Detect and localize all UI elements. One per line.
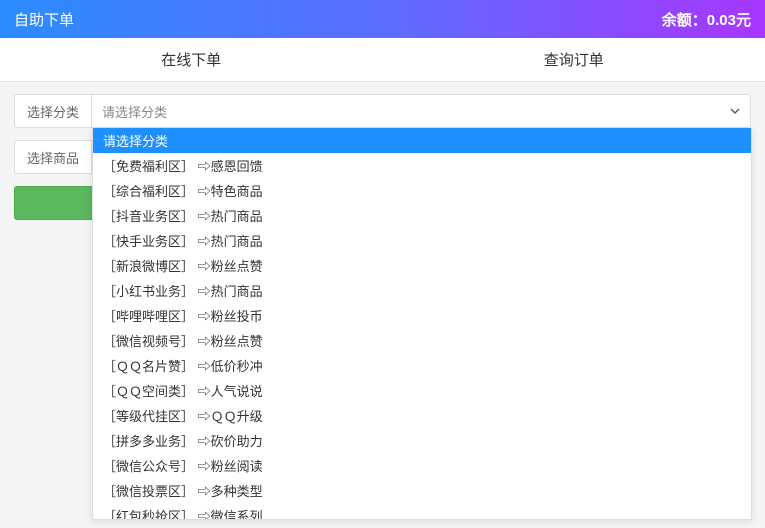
dropdown-option-placeholder[interactable]: 请选择分类 bbox=[93, 128, 751, 153]
dropdown-option[interactable]: ［拼多多业务］ ⇨砍价助力 bbox=[93, 428, 751, 453]
dropdown-option[interactable]: ［ＱＱ空间类］ ⇨人气说说 bbox=[93, 378, 751, 403]
dropdown-option[interactable]: ［哔哩哔哩区］ ⇨粉丝投币 bbox=[93, 303, 751, 328]
dropdown-option[interactable]: ［快手业务区］ ⇨热门商品 bbox=[93, 228, 751, 253]
tab-bar: 在线下单 查询订单 bbox=[0, 38, 765, 82]
dropdown-option[interactable]: ［抖音业务区］ ⇨热门商品 bbox=[93, 203, 751, 228]
category-dropdown[interactable]: 请选择分类［免费福利区］ ⇨感恩回馈［综合福利区］ ⇨特色商品［抖音业务区］ ⇨… bbox=[92, 128, 752, 520]
tab-online-order[interactable]: 在线下单 bbox=[0, 38, 383, 81]
category-select-wrap: 请选择分类 请选择分类［免费福利区］ ⇨感恩回馈［综合福利区］ ⇨特色商品［抖音… bbox=[92, 94, 751, 128]
dropdown-option[interactable]: ［小红书业务］ ⇨热门商品 bbox=[93, 278, 751, 303]
dropdown-option[interactable]: ［微信公众号］ ⇨粉丝阅读 bbox=[93, 453, 751, 478]
form-area: 选择分类 请选择分类 请选择分类［免费福利区］ ⇨感恩回馈［综合福利区］ ⇨特色… bbox=[0, 82, 765, 234]
category-label: 选择分类 bbox=[14, 94, 92, 128]
tab-query-order[interactable]: 查询订单 bbox=[383, 38, 765, 81]
category-select[interactable]: 请选择分类 bbox=[92, 94, 751, 128]
header-bar: 自助下单 余额：0.03元 bbox=[0, 0, 765, 38]
chevron-down-icon bbox=[730, 104, 740, 119]
balance-display: 余额：0.03元 bbox=[662, 9, 751, 30]
dropdown-option[interactable]: ［微信视频号］ ⇨粉丝点赞 bbox=[93, 328, 751, 353]
dropdown-option[interactable]: ［等级代挂区］ ⇨ＱＱ升级 bbox=[93, 403, 751, 428]
category-row: 选择分类 请选择分类 请选择分类［免费福利区］ ⇨感恩回馈［综合福利区］ ⇨特色… bbox=[14, 94, 751, 128]
dropdown-option[interactable]: ［免费福利区］ ⇨感恩回馈 bbox=[93, 153, 751, 178]
product-label: 选择商品 bbox=[14, 140, 92, 174]
dropdown-option[interactable]: ［微信投票区］ ⇨多种类型 bbox=[93, 478, 751, 503]
app-title: 自助下单 bbox=[14, 9, 74, 30]
dropdown-option[interactable]: ［新浪微博区］ ⇨粉丝点赞 bbox=[93, 253, 751, 278]
dropdown-option[interactable]: ［ＱＱ名片赞］ ⇨低价秒冲 bbox=[93, 353, 751, 378]
category-select-value: 请选择分类 bbox=[102, 102, 167, 121]
dropdown-option[interactable]: ［综合福利区］ ⇨特色商品 bbox=[93, 178, 751, 203]
dropdown-option[interactable]: ［红包秒抢区］ ⇨微信系列 bbox=[93, 503, 751, 520]
